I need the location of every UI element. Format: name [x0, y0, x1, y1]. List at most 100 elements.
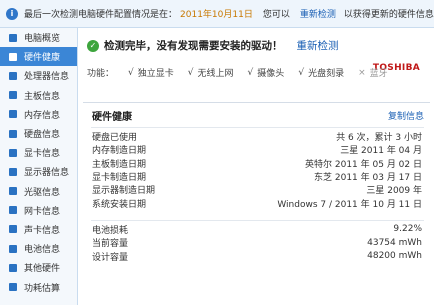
- sidebar-item-label: 网卡信息: [24, 206, 61, 217]
- sidebar-item-battery[interactable]: 电池信息: [0, 239, 77, 258]
- sidebar-item-graphics[interactable]: 显卡信息: [0, 143, 77, 162]
- last-detect-date: 2011年10月11日: [180, 10, 253, 20]
- feature-item: √ 摄像头: [247, 66, 285, 80]
- info-value: 英特尔 2011 年 05 月 02 日: [305, 159, 422, 170]
- sidebar-item-label: 内存信息: [24, 110, 61, 121]
- redetect-button[interactable]: 重新检测: [297, 38, 339, 53]
- info-value: Windows 7 / 2011 年 10 月 11 日: [277, 199, 422, 210]
- info-value: 共 6 次，累计 3 小时: [336, 133, 422, 144]
- info-icon: i: [6, 7, 18, 20]
- info-label: 当前容量: [92, 239, 129, 250]
- hardware-health-panel: 硬件健康 复制信息 硬盘已使用共 6 次，累计 3 小时 内存制造日期 三星 20…: [83, 102, 430, 301]
- feature-item: √ 无线上网: [187, 66, 234, 80]
- feature-item-disabled: × 蓝牙: [358, 66, 388, 80]
- sidebar-item-label: 其他硬件: [24, 264, 61, 275]
- sidebar-item-monitor[interactable]: 显示器信息: [0, 162, 77, 181]
- sidebar-item-network[interactable]: 网卡信息: [0, 201, 77, 220]
- status-row: ✓ 检测完毕，没有发现需要安装的驱动！ 重新检测: [87, 38, 339, 53]
- sidebar-item-label: 电脑概览: [24, 34, 61, 45]
- features-label: 功能：: [87, 69, 115, 79]
- category-icon: [9, 206, 17, 215]
- category-icon: [9, 52, 17, 61]
- sidebar-item-label: 声卡信息: [24, 225, 61, 236]
- sidebar-item-motherboard[interactable]: 主板信息: [0, 86, 77, 105]
- sidebar-item-label: 电池信息: [24, 245, 61, 256]
- category-icon: [9, 263, 17, 272]
- battery-row: 设计容量 48200 mWh: [83, 249, 430, 263]
- redetect-link-top[interactable]: 重新检测: [300, 7, 336, 20]
- feature-label: 蓝牙: [369, 69, 388, 79]
- panel-header: 硬件健康 复制信息: [83, 105, 430, 125]
- battery-row: 电池损耗 9.22%: [83, 223, 430, 236]
- feature-item: √ 独立显卡: [128, 66, 174, 80]
- info-label: 系统安装日期: [92, 199, 147, 210]
- info-row: 显卡制造日期 东芝 2011 年 03 月 17 日: [83, 170, 430, 183]
- feature-label: 无线上网: [197, 69, 234, 79]
- info-label: 显卡制造日期: [92, 173, 147, 184]
- sidebar-item-label: 主板信息: [24, 91, 61, 102]
- info-label: 内存制造日期: [92, 146, 147, 157]
- category-icon: [9, 33, 17, 42]
- update-hint-text: 以获得更新的硬件信息: [343, 10, 434, 20]
- check-mark-icon: √: [298, 67, 305, 78]
- sidebar-item-label: 硬盘信息: [24, 130, 61, 141]
- check-icon: ✓: [87, 39, 99, 52]
- cross-mark-icon: ×: [358, 67, 366, 78]
- check-mark-icon: √: [187, 67, 194, 78]
- info-row: 显示器制造日期 三星 2009 年: [83, 183, 430, 196]
- info-label: 电池损耗: [92, 225, 129, 236]
- info-row: 内存制造日期 三星 2011 年 04 月: [83, 143, 430, 156]
- category-icon: [9, 283, 17, 292]
- divider: [91, 219, 424, 221]
- panel-title: 硬件健康: [92, 111, 132, 123]
- feature-label: 摄像头: [257, 69, 285, 79]
- battery-row: 当前容量 43754 mWh: [83, 236, 430, 250]
- sidebar-item-memory[interactable]: 内存信息: [0, 105, 77, 124]
- category-icon: [9, 91, 17, 100]
- info-label: 显示器制造日期: [92, 186, 156, 197]
- sidebar: 电脑概览 硬件健康 处理器信息 主板信息 内存信息 硬盘信息 显卡信息 显示器信…: [0, 28, 78, 305]
- info-value: 48200 mWh: [367, 251, 422, 262]
- copy-info-button[interactable]: 复制信息: [388, 109, 424, 122]
- divider: [91, 127, 424, 128]
- info-label: 硬盘已使用: [92, 133, 138, 144]
- features-row: 功能： √ 独立显卡 √ 无线上网 √ 摄像头 √ 光盘刻录 × 蓝牙: [87, 66, 388, 80]
- sidebar-item-label: 功耗估算: [24, 283, 61, 294]
- info-row: 主板制造日期 英特尔 2011 年 05 月 02 日: [83, 157, 430, 170]
- category-icon: [9, 187, 17, 196]
- info-value: 三星 2009 年: [366, 186, 422, 197]
- sidebar-item-optical[interactable]: 光驱信息: [0, 182, 77, 201]
- you-can-text: 您可以: [262, 10, 290, 20]
- category-icon: [9, 71, 17, 80]
- info-value: 三星 2011 年 04 月: [340, 146, 422, 157]
- sidebar-item-power[interactable]: 功耗估算: [0, 277, 77, 296]
- sidebar-item-disk[interactable]: 硬盘信息: [0, 124, 77, 143]
- category-icon: [9, 244, 17, 253]
- sidebar-item-sound[interactable]: 声卡信息: [0, 220, 77, 239]
- main-content: ✓ 检测完毕，没有发现需要安装的驱动！ 重新检测 TOSHIBA 功能： √ 独立…: [79, 28, 434, 305]
- status-message: 检测完毕，没有发现需要安装的驱动！: [104, 40, 283, 52]
- info-value: 43754 mWh: [367, 237, 422, 248]
- info-value: 9.22%: [393, 224, 422, 235]
- info-row: 系统安装日期 Windows 7 / 2011 年 10 月 11 日: [83, 196, 430, 210]
- sidebar-item-label: 显示器信息: [24, 168, 70, 179]
- feature-label: 光盘刻录: [308, 69, 345, 79]
- info-value: 东芝 2011 年 03 月 17 日: [314, 173, 422, 184]
- sidebar-item-other[interactable]: 其他硬件: [0, 258, 77, 277]
- sidebar-item-cpu[interactable]: 处理器信息: [0, 66, 77, 85]
- sidebar-item-hardware-health[interactable]: 硬件健康: [0, 47, 77, 67]
- info-label: 主板制造日期: [92, 159, 147, 170]
- category-icon: [9, 148, 17, 157]
- top-info-bar: i 最后一次检测电脑硬件配置情况是在： 2011年10月11日 您可以 重新检测…: [0, 0, 434, 28]
- check-mark-icon: √: [247, 67, 254, 78]
- sidebar-item-label: 硬件健康: [24, 53, 61, 64]
- sidebar-item-overview[interactable]: 电脑概览: [0, 28, 77, 47]
- info-label: 设计容量: [92, 252, 129, 263]
- feature-item: √ 光盘刻录: [298, 66, 345, 80]
- category-icon: [9, 167, 17, 176]
- feature-label: 独立显卡: [137, 69, 174, 79]
- sidebar-item-label: 处理器信息: [24, 72, 70, 83]
- last-detect-text: 最后一次检测电脑硬件配置情况是在：: [24, 10, 178, 20]
- category-icon: [9, 110, 17, 119]
